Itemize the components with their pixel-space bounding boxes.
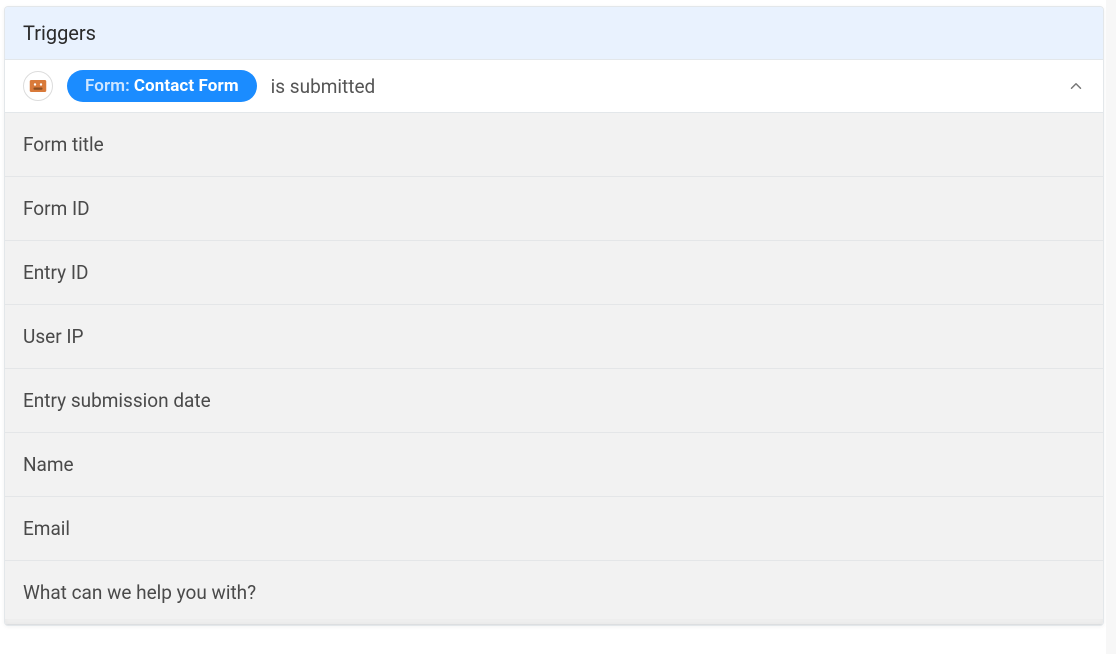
trigger-suffix: is submitted bbox=[271, 75, 376, 98]
list-item[interactable]: Name bbox=[5, 433, 1103, 497]
list-item[interactable]: Entry ID bbox=[5, 241, 1103, 305]
list-item[interactable]: Form title bbox=[5, 113, 1103, 177]
list-item[interactable]: Entry submission date bbox=[5, 369, 1103, 433]
field-label: Email bbox=[23, 517, 70, 540]
pill-form-name: Contact Form bbox=[134, 76, 239, 96]
field-label: User IP bbox=[23, 325, 84, 348]
list-item[interactable]: What can we help you with? bbox=[5, 561, 1103, 625]
collapse-toggle[interactable] bbox=[1067, 77, 1085, 95]
list-item[interactable]: Form ID bbox=[5, 177, 1103, 241]
field-label: Entry ID bbox=[23, 261, 88, 284]
scrollbar-track[interactable] bbox=[1106, 0, 1116, 654]
pill-prefix: Form: bbox=[85, 76, 130, 96]
field-label: Name bbox=[23, 453, 74, 476]
list-item[interactable]: Email bbox=[5, 497, 1103, 561]
trigger-row[interactable]: Form: Contact Form is submitted bbox=[5, 60, 1103, 113]
form-pill[interactable]: Form: Contact Form bbox=[67, 70, 257, 102]
field-label: What can we help you with? bbox=[23, 581, 256, 604]
section-title: Triggers bbox=[23, 21, 96, 45]
wpforms-icon bbox=[23, 71, 53, 101]
field-label: Entry submission date bbox=[23, 389, 211, 412]
list-item[interactable]: User IP bbox=[5, 305, 1103, 369]
field-label: Form ID bbox=[23, 197, 90, 220]
triggers-panel: Triggers Form: Contact Form is submitted… bbox=[4, 6, 1104, 626]
chevron-up-icon bbox=[1067, 77, 1085, 95]
field-label: Form title bbox=[23, 133, 104, 156]
field-list: Form title Form ID Entry ID User IP Entr… bbox=[5, 113, 1103, 625]
section-header: Triggers bbox=[5, 7, 1103, 60]
